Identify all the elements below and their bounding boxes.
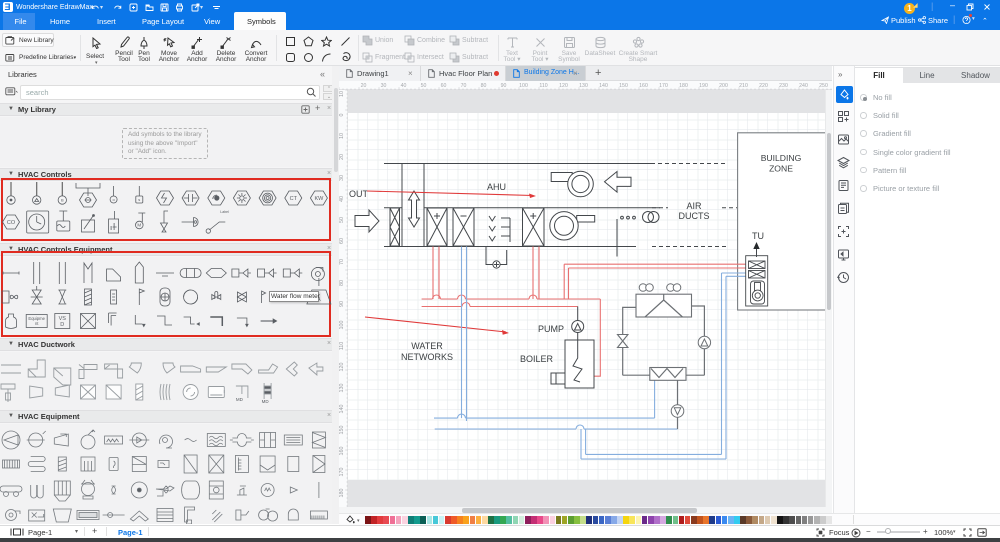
svg-text:CO: CO (7, 220, 16, 226)
svg-text:10: 10 (339, 133, 345, 139)
svg-text:130: 130 (339, 384, 345, 393)
svg-text:170: 170 (659, 83, 668, 89)
svg-text:40: 40 (401, 83, 407, 89)
svg-text:80: 80 (339, 280, 345, 286)
svg-text:70: 70 (339, 259, 345, 265)
svg-text:210: 210 (739, 83, 748, 89)
svg-text:MD: MD (262, 399, 270, 404)
svg-text:120: 120 (559, 83, 568, 89)
svg-text:50: 50 (421, 83, 427, 89)
svg-text:TU: TU (752, 231, 764, 241)
svg-text:180: 180 (679, 83, 688, 89)
svg-text:200: 200 (719, 83, 728, 89)
svg-text:80: 80 (481, 83, 487, 89)
svg-text:BOILER: BOILER (520, 354, 554, 364)
svg-text:CT: CT (290, 196, 298, 202)
svg-text:20: 20 (361, 83, 367, 89)
svg-text:DUCTS: DUCTS (679, 211, 710, 221)
svg-text:30: 30 (381, 83, 387, 89)
svg-text:100: 100 (519, 83, 528, 89)
svg-text:150: 150 (339, 426, 345, 435)
svg-text:70: 70 (461, 83, 467, 89)
svg-text:10: 10 (339, 91, 345, 97)
svg-text:160: 160 (639, 83, 648, 89)
svg-text:140: 140 (339, 405, 345, 414)
svg-text:WATER: WATER (411, 341, 443, 351)
svg-text:50: 50 (339, 217, 345, 223)
svg-text:130: 130 (579, 83, 588, 89)
svg-text:220: 220 (759, 83, 768, 89)
svg-text:60: 60 (339, 238, 345, 244)
svg-text:100: 100 (339, 321, 345, 330)
svg-text:240: 240 (799, 83, 808, 89)
svg-text:MD: MD (236, 397, 244, 402)
svg-text:40: 40 (339, 196, 345, 202)
svg-text:160: 160 (339, 447, 345, 456)
svg-text:o: o (112, 197, 115, 202)
svg-text:110: 110 (339, 342, 345, 351)
svg-text:D: D (60, 322, 64, 328)
svg-text:OUT: OUT (349, 189, 369, 199)
svg-text:170: 170 (339, 468, 345, 477)
svg-text:190: 190 (699, 83, 708, 89)
svg-text:140: 140 (599, 83, 608, 89)
svg-text:180: 180 (339, 489, 345, 498)
svg-text:M: M (137, 223, 141, 228)
svg-text:BUILDING: BUILDING (761, 153, 802, 163)
svg-text:90: 90 (339, 301, 345, 307)
svg-text:30: 30 (339, 175, 345, 181)
svg-text:AIR: AIR (686, 201, 702, 211)
svg-text:s: s (138, 197, 140, 202)
svg-text:KW: KW (314, 196, 324, 202)
svg-text:B: B (61, 198, 64, 203)
svg-text:150: 150 (619, 83, 628, 89)
svg-text:110: 110 (539, 83, 547, 89)
svg-text:AHU: AHU (487, 182, 506, 192)
svg-text:230: 230 (779, 83, 788, 89)
svg-text:nt: nt (35, 321, 39, 326)
svg-text:60: 60 (441, 83, 447, 89)
svg-text:250: 250 (819, 83, 828, 89)
svg-text:Label: Label (220, 210, 229, 214)
svg-text:ZONE: ZONE (769, 164, 793, 174)
svg-text:120: 120 (339, 363, 345, 372)
svg-text:20: 20 (339, 154, 345, 160)
svg-text:PUMP: PUMP (538, 324, 564, 334)
svg-text:0: 0 (339, 114, 345, 117)
svg-text:NETWORKS: NETWORKS (401, 352, 453, 362)
svg-text:90: 90 (501, 83, 507, 89)
